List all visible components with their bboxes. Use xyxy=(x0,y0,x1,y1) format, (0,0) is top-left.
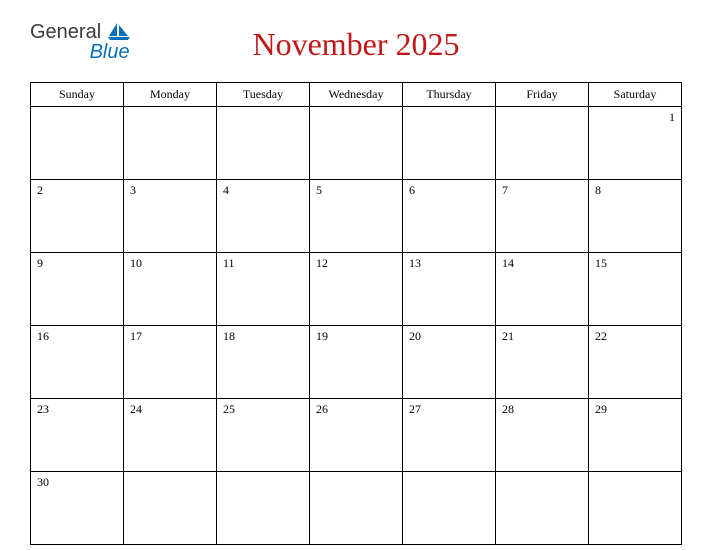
day-number: 16 xyxy=(37,329,49,343)
calendar-cell: 16 xyxy=(31,326,124,399)
calendar-cell: 26 xyxy=(310,399,403,472)
day-header: Monday xyxy=(124,83,217,107)
calendar-cell xyxy=(403,472,496,545)
day-number: 6 xyxy=(409,183,415,197)
day-number: 2 xyxy=(37,183,43,197)
calendar-cell xyxy=(496,107,589,180)
calendar-cell: 19 xyxy=(310,326,403,399)
calendar-cell: 23 xyxy=(31,399,124,472)
brand-text: General Blue xyxy=(30,22,130,62)
calendar-cell: 25 xyxy=(217,399,310,472)
day-header: Wednesday xyxy=(310,83,403,107)
day-number: 23 xyxy=(37,402,49,416)
day-number: 18 xyxy=(223,329,235,343)
calendar-cell: 20 xyxy=(403,326,496,399)
calendar-cell: 1 xyxy=(589,107,682,180)
calendar-cell xyxy=(589,472,682,545)
day-number: 21 xyxy=(502,329,514,343)
calendar-cell: 9 xyxy=(31,253,124,326)
calendar-cell: 12 xyxy=(310,253,403,326)
calendar-cell xyxy=(124,472,217,545)
day-number: 20 xyxy=(409,329,421,343)
day-number: 3 xyxy=(130,183,136,197)
day-number: 14 xyxy=(502,256,514,270)
day-number: 15 xyxy=(595,256,607,270)
calendar-cell: 21 xyxy=(496,326,589,399)
calendar-cell: 13 xyxy=(403,253,496,326)
day-number: 10 xyxy=(130,256,142,270)
calendar-cell: 7 xyxy=(496,180,589,253)
day-number: 30 xyxy=(37,475,49,489)
day-number: 26 xyxy=(316,402,328,416)
calendar-body: 1234567891011121314151617181920212223242… xyxy=(31,107,682,545)
calendar-cell: 4 xyxy=(217,180,310,253)
day-number: 9 xyxy=(37,256,43,270)
calendar-cell: 22 xyxy=(589,326,682,399)
day-number: 11 xyxy=(223,256,235,270)
calendar-cell: 18 xyxy=(217,326,310,399)
brand-word-1: General xyxy=(30,21,101,43)
day-number: 28 xyxy=(502,402,514,416)
calendar-grid: Sunday Monday Tuesday Wednesday Thursday… xyxy=(30,82,682,545)
calendar-cell: 29 xyxy=(589,399,682,472)
day-number: 5 xyxy=(316,183,322,197)
day-number: 27 xyxy=(409,402,421,416)
calendar-cell: 15 xyxy=(589,253,682,326)
calendar-cell: 27 xyxy=(403,399,496,472)
calendar-cell xyxy=(403,107,496,180)
calendar-row: 9 10 11 12 13 14 15 xyxy=(31,253,682,326)
day-header: Thursday xyxy=(403,83,496,107)
calendar-cell xyxy=(217,472,310,545)
day-number: 19 xyxy=(316,329,328,343)
calendar-cell xyxy=(310,472,403,545)
calendar-cell: 8 xyxy=(589,180,682,253)
day-number: 17 xyxy=(130,329,142,343)
day-header: Sunday xyxy=(31,83,124,107)
calendar-cell: 30 xyxy=(31,472,124,545)
calendar-cell: 28 xyxy=(496,399,589,472)
calendar-row: 2 3 4 5 6 7 8 xyxy=(31,180,682,253)
calendar-cell xyxy=(217,107,310,180)
day-number: 12 xyxy=(316,256,328,270)
calendar-cell: 10 xyxy=(124,253,217,326)
brand-logo: General Blue xyxy=(30,22,130,62)
calendar-row: 16 17 18 19 20 21 22 xyxy=(31,326,682,399)
day-number: 25 xyxy=(223,402,235,416)
day-header: Saturday xyxy=(589,83,682,107)
calendar-row: 23 24 25 26 27 28 29 xyxy=(31,399,682,472)
calendar-cell xyxy=(496,472,589,545)
day-number: 13 xyxy=(409,256,421,270)
header: General Blue November 2025 xyxy=(30,20,682,70)
day-number: 7 xyxy=(502,183,508,197)
day-number: 8 xyxy=(595,183,601,197)
day-number: 22 xyxy=(595,329,607,343)
calendar-cell xyxy=(310,107,403,180)
calendar-row: 30 xyxy=(31,472,682,545)
calendar-cell: 17 xyxy=(124,326,217,399)
day-number: 29 xyxy=(595,402,607,416)
day-header: Tuesday xyxy=(217,83,310,107)
calendar-cell xyxy=(31,107,124,180)
calendar-cell: 14 xyxy=(496,253,589,326)
calendar-row: 1 xyxy=(31,107,682,180)
calendar-cell: 5 xyxy=(310,180,403,253)
calendar-cell xyxy=(124,107,217,180)
day-number: 24 xyxy=(130,402,142,416)
calendar-cell: 2 xyxy=(31,180,124,253)
brand-word-2: Blue xyxy=(74,42,130,62)
calendar-cell: 6 xyxy=(403,180,496,253)
calendar-cell: 3 xyxy=(124,180,217,253)
day-header-row: Sunday Monday Tuesday Wednesday Thursday… xyxy=(31,83,682,107)
calendar-cell: 11 xyxy=(217,253,310,326)
calendar-cell: 24 xyxy=(124,399,217,472)
day-number: 4 xyxy=(223,183,229,197)
day-number: 1 xyxy=(595,110,675,125)
day-header: Friday xyxy=(496,83,589,107)
